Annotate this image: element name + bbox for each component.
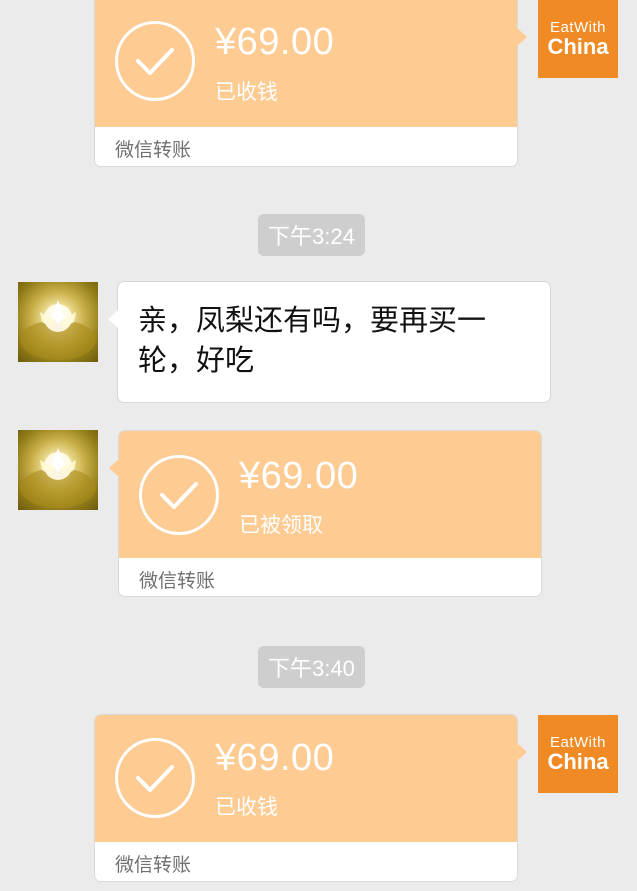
brand-avatar-line1: EatWith (549, 19, 606, 36)
brand-avatar-line2: China (547, 34, 609, 59)
transfer-card-footer: 微信转账 (119, 558, 541, 596)
transfer-amount: ¥69.00 (215, 737, 335, 779)
transfer-amount: ¥69.00 (215, 21, 335, 63)
brand-avatar-line2: China (547, 749, 609, 774)
contact-avatar[interactable] (18, 430, 98, 510)
checkmark-circle-icon (115, 738, 195, 818)
transfer-status: 已收钱 (215, 80, 278, 104)
bubble-tail (108, 310, 118, 328)
lotus-image (20, 448, 96, 508)
lotus-image (20, 300, 96, 360)
bubble-tail (517, 28, 527, 46)
transfer-status: 已被领取 (239, 513, 323, 537)
timestamp: 下午3:24 (258, 214, 365, 256)
transfer-card[interactable]: ¥69.00 已收钱 微信转账 (95, 0, 527, 166)
checkmark-circle-icon (115, 21, 195, 101)
transfer-status: 已收钱 (215, 795, 278, 819)
transfer-amount: ¥69.00 (239, 455, 359, 497)
brand-avatar-line1: EatWith (549, 734, 606, 751)
checkmark-circle-icon (139, 455, 219, 535)
transfer-card-body: ¥69.00 已收钱 (95, 715, 527, 842)
brand-avatar[interactable]: EatWith China (538, 0, 618, 78)
transfer-card-footer: 微信转账 (95, 842, 517, 881)
message-text: 亲，凤梨还有吗，要再买一轮，好吃 (138, 303, 487, 377)
transfer-card-body: ¥69.00 已收钱 (95, 0, 527, 127)
timestamp: 下午3:40 (258, 646, 365, 688)
message-bubble[interactable]: 亲，凤梨还有吗，要再买一轮，好吃 (108, 282, 550, 402)
transfer-card-footer: 微信转账 (95, 127, 517, 166)
contact-avatar[interactable] (18, 282, 98, 362)
transfer-card[interactable]: ¥69.00 已收钱 微信转账 (95, 715, 527, 881)
transfer-label: 微信转账 (115, 139, 192, 161)
transfer-label: 微信转账 (139, 570, 216, 592)
brand-avatar[interactable]: EatWith China (538, 715, 618, 793)
bubble-tail (517, 743, 527, 761)
transfer-label: 微信转账 (115, 854, 192, 876)
transfer-card[interactable]: ¥69.00 已被领取 微信转账 (109, 431, 541, 596)
bubble-tail (109, 459, 119, 477)
transfer-card-body: ¥69.00 已被领取 (109, 431, 541, 558)
